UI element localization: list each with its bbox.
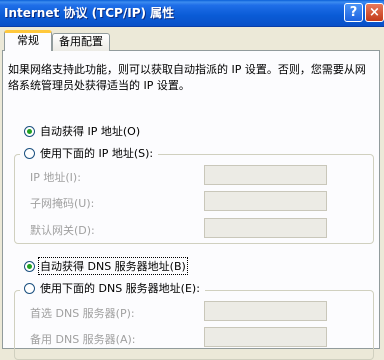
auto-ip-option[interactable]: 自动获得 IP 地址(O) [24, 123, 141, 139]
manual-ip-radio[interactable] [24, 147, 35, 159]
tab-alternate-configuration[interactable]: 备用配置 [52, 33, 110, 51]
close-button[interactable]: × [365, 3, 384, 22]
manual-dns-option[interactable]: 使用下面的 DNS 服务器地址(E): [20, 280, 205, 296]
manual-ip-option[interactable]: 使用下面的 IP 地址(S): [20, 145, 159, 161]
subnet-mask-label: 子网掩码(U): [30, 197, 95, 210]
manual-ip-label[interactable]: 使用下面的 IP 地址(S): [39, 145, 154, 161]
auto-dns-label[interactable]: 自动获得 DNS 服务器地址(B) [38, 257, 188, 275]
window-title: Internet 协议 (TCP/IP) 属性 [4, 6, 175, 20]
description-text: 如果网络支持此功能，则可以获取自动指派的 IP 设置。否则，您需要从网络系统管理… [8, 63, 366, 92]
ip-address-label: IP 地址(I): [30, 171, 81, 184]
manual-dns-radio[interactable] [24, 282, 35, 294]
manual-dns-label[interactable]: 使用下面的 DNS 服务器地址(E): [39, 280, 201, 296]
subnet-mask-field[interactable] [204, 191, 327, 211]
alternate-dns-field[interactable] [204, 327, 327, 347]
ip-address-field[interactable] [204, 165, 327, 185]
default-gateway-field[interactable] [204, 218, 327, 238]
help-icon: ? [349, 5, 358, 20]
title-bar[interactable]: Internet 协议 (TCP/IP) 属性 ? × [0, 0, 384, 27]
alternate-dns-label: 备用 DNS 服务器(A): [30, 333, 136, 346]
preferred-dns-label: 首选 DNS 服务器(P): [30, 307, 135, 320]
help-button[interactable]: ? [344, 3, 363, 22]
auto-dns-option[interactable]: 自动获得 DNS 服务器地址(B) [24, 257, 188, 275]
tab-general[interactable]: 常规 [4, 30, 52, 51]
preferred-dns-field[interactable] [204, 301, 327, 321]
auto-ip-radio[interactable] [24, 125, 35, 137]
default-gateway-label: 默认网关(D): [30, 224, 95, 237]
close-icon: × [369, 5, 380, 20]
auto-ip-label[interactable]: 自动获得 IP 地址(O) [39, 123, 141, 139]
auto-dns-radio[interactable] [24, 260, 35, 272]
